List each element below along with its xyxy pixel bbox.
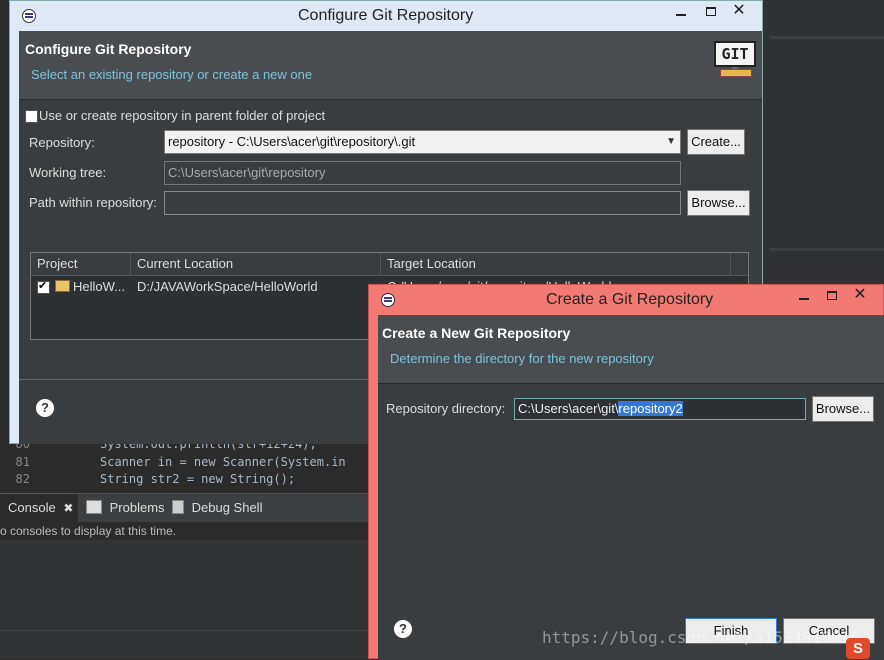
ide-background-panel bbox=[762, 0, 884, 284]
console-tab-label: Console bbox=[8, 500, 56, 515]
create-git-repository-dialog: Create a Git Repository ✕ Create a New G… bbox=[368, 284, 884, 660]
help-icon[interactable]: ? bbox=[36, 399, 54, 417]
banner-title: Create a New Git Repository bbox=[382, 325, 571, 341]
tab-problems[interactable]: Problems bbox=[86, 494, 165, 522]
dialog-titlebar[interactable]: Create a Git Repository ✕ bbox=[369, 285, 883, 315]
tab-console[interactable]: Console ✖ bbox=[0, 494, 78, 522]
path-within-repository-label: Path within repository: bbox=[29, 195, 157, 210]
parent-folder-label: Use or create repository in parent folde… bbox=[39, 108, 326, 123]
problems-icon bbox=[86, 500, 102, 514]
console-message: o consoles to display at this time. bbox=[0, 524, 177, 538]
dialog-title: Configure Git Repository bbox=[298, 7, 474, 24]
problems-tab-label: Problems bbox=[109, 500, 165, 515]
wizard-banner: Configure Git Repository Select an exist… bbox=[19, 31, 762, 100]
close-button[interactable]: ✕ bbox=[843, 285, 877, 307]
banner-title: Configure Git Repository bbox=[25, 41, 192, 57]
git-logo-icon: GIT bbox=[714, 41, 756, 83]
tab-debug-shell[interactable]: Debug Shell bbox=[172, 494, 262, 522]
close-button[interactable]: ✕ bbox=[722, 1, 756, 23]
repository-directory-label: Repository directory: bbox=[386, 401, 506, 416]
eclipse-icon bbox=[22, 9, 36, 23]
console-empty-area bbox=[0, 540, 370, 659]
table-header: Project Current Location Target Location bbox=[31, 253, 748, 276]
path-within-repository-input[interactable] bbox=[164, 191, 681, 215]
column-header-target-location[interactable]: Target Location bbox=[381, 253, 731, 275]
code-line: 81 Scanner in = new Scanner(System.in bbox=[0, 454, 370, 471]
code-line: 82 String str2 = new String(); bbox=[0, 471, 370, 488]
current-location-cell: D:/JAVAWorkSpace/HelloWorld bbox=[137, 279, 318, 294]
watermark: https://blog.csdn.net/a1534919016 bbox=[542, 628, 860, 647]
code-text: Scanner in = new Scanner(System.in bbox=[100, 455, 346, 469]
column-header-project[interactable]: Project bbox=[31, 253, 131, 275]
repository-value: repository - C:\Users\acer\git\repositor… bbox=[168, 134, 416, 149]
help-icon[interactable]: ? bbox=[394, 620, 412, 638]
parent-folder-checkbox[interactable] bbox=[25, 110, 38, 123]
line-number: 82 bbox=[15, 472, 30, 486]
dialog-title: Create a Git Repository bbox=[546, 291, 714, 308]
repository-label: Repository: bbox=[29, 135, 95, 150]
banner-subtitle: Determine the directory for the new repo… bbox=[390, 351, 654, 366]
eclipse-icon bbox=[381, 293, 395, 307]
folder-icon bbox=[55, 280, 70, 292]
dialog-body: Create a New Git Repository Determine th… bbox=[378, 315, 884, 660]
project-cell: HelloW... bbox=[55, 276, 131, 298]
working-tree-field: C:\Users\acer\git\repository bbox=[164, 161, 681, 185]
column-header-current-location[interactable]: Current Location bbox=[131, 253, 381, 275]
dialog-titlebar[interactable]: Configure Git Repository ✕ bbox=[10, 1, 762, 31]
close-icon[interactable]: ✖ bbox=[63, 501, 73, 515]
browse-button[interactable]: Browse... bbox=[687, 190, 750, 216]
repository-select[interactable]: repository - C:\Users\acer\git\repositor… bbox=[164, 130, 681, 154]
git-logo-text: GIT bbox=[714, 41, 756, 67]
browse-button[interactable]: Browse... bbox=[812, 396, 874, 422]
ime-logo-icon[interactable]: S bbox=[846, 638, 870, 659]
console-tab-bar: Console ✖ Problems Debug Shell bbox=[0, 493, 370, 523]
minimize-button[interactable] bbox=[664, 1, 698, 23]
repository-directory-input[interactable]: C:\Users\acer\git\repository2 bbox=[514, 398, 806, 420]
code-text: String str2 = new String(); bbox=[100, 472, 296, 486]
selected-text: repository2 bbox=[618, 401, 683, 416]
chevron-down-icon: ▼ bbox=[666, 136, 676, 147]
project-checkbox[interactable] bbox=[37, 279, 50, 294]
console-view: o consoles to display at this time. bbox=[0, 522, 370, 540]
create-button[interactable]: Create... bbox=[687, 129, 745, 155]
line-number: 81 bbox=[15, 455, 30, 469]
banner-subtitle: Select an existing repository or create … bbox=[31, 67, 313, 82]
working-tree-label: Working tree: bbox=[29, 165, 107, 180]
debug-shell-icon bbox=[172, 500, 184, 514]
directory-prefix: C:\Users\acer\git\ bbox=[518, 401, 619, 416]
debug-shell-tab-label: Debug Shell bbox=[191, 500, 263, 515]
wizard-banner: Create a New Git Repository Determine th… bbox=[378, 315, 884, 384]
